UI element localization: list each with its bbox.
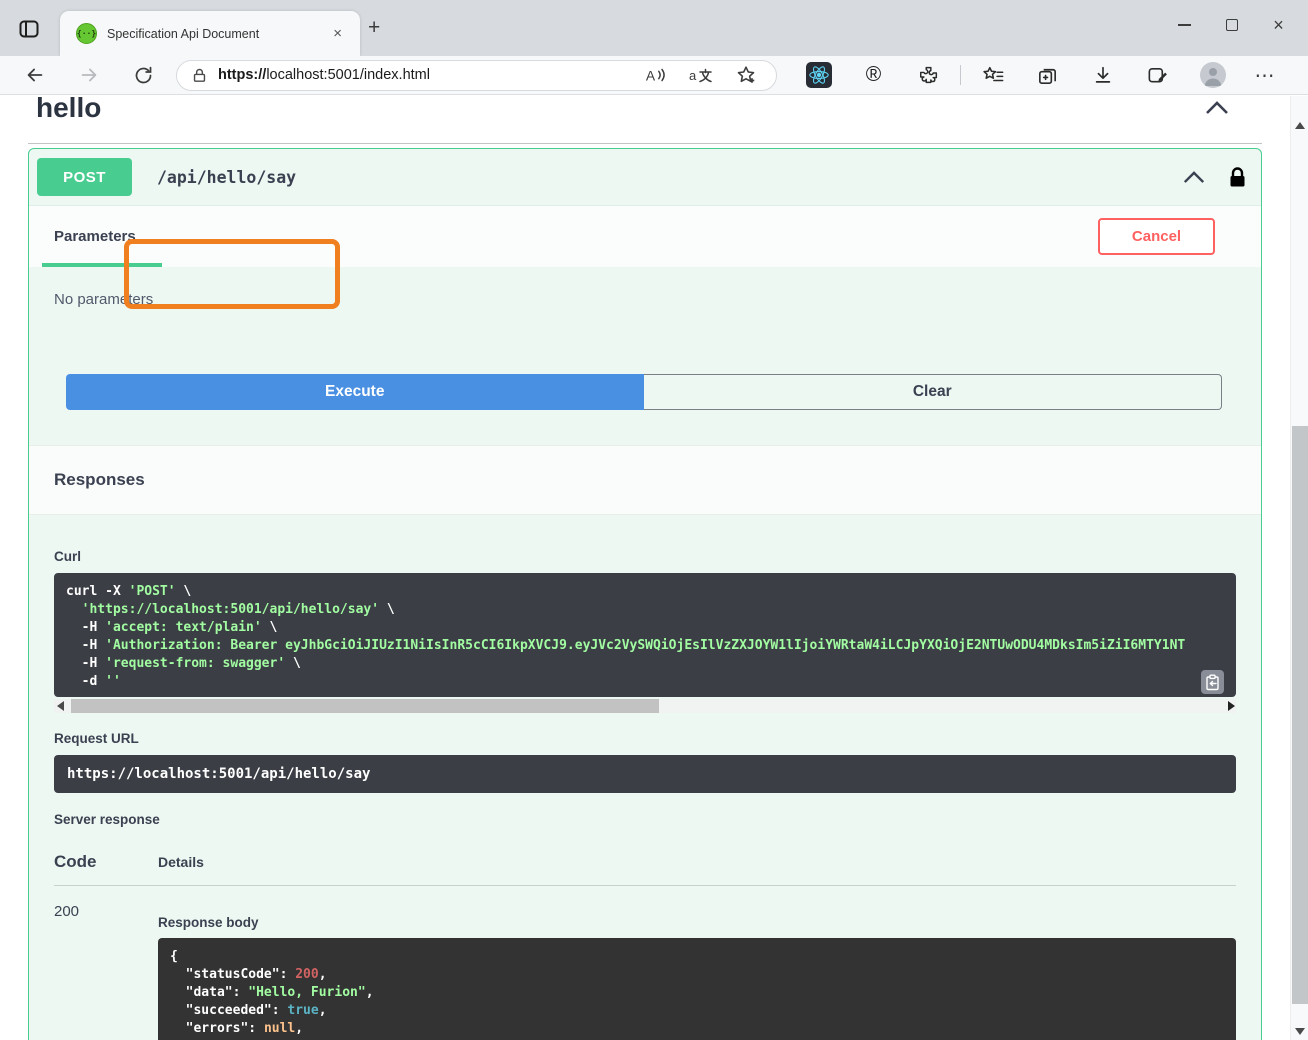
lock-icon [1228,167,1247,188]
favorites-star-list-icon [981,64,1005,86]
add-favorite-button[interactable] [723,61,768,89]
execute-button[interactable]: Execute [66,374,644,410]
title-bar: {··} Specification Api Document × + × [0,0,1308,56]
cancel-button[interactable]: Cancel [1098,218,1215,255]
scroll-right-arrow-icon[interactable] [1228,701,1235,711]
clear-button[interactable]: Clear [644,374,1223,410]
responses-title: Responses [54,470,145,490]
status-code: 200 [54,886,158,920]
horizontal-scrollbar-thumb[interactable] [71,699,659,713]
star-plus-icon [735,64,757,86]
profile-avatar-icon [1200,62,1226,88]
tab-close-icon[interactable]: × [327,23,348,44]
back-button[interactable] [8,59,62,91]
tag-collapse-button[interactable] [1204,100,1230,115]
registered-icon: ® [866,63,881,87]
curl-label: Curl [54,515,1236,564]
tab-actions-menu-button[interactable] [14,15,44,43]
tab-parameters[interactable]: Parameters [54,228,136,245]
method-badge: POST [37,158,132,196]
response-table-header: Code Details [54,852,1236,872]
curl-wrap: curl -X 'POST' \ 'https://localhost:5001… [54,573,1236,713]
download-icon [1092,64,1114,86]
forward-button[interactable] [62,59,116,91]
parameters-tab-underline [42,263,162,267]
address-bar[interactable]: https://localhost:5001/index.html A a [176,60,777,91]
minimize-icon [1178,24,1191,26]
svg-text:A: A [645,68,655,84]
parameters-header: Parameters Cancel [29,205,1261,267]
translate-icon: a [688,65,714,85]
scroll-up-arrow-icon[interactable] [1295,122,1305,129]
details-column-header: Details [158,854,204,870]
svg-text:a: a [689,68,697,83]
code-column-header: Code [54,852,158,872]
vertical-scrollbar-thumb[interactable] [1292,426,1308,1004]
response-row-200: 200 Response body { "statusCode": 200, "… [54,886,1236,1040]
copy-to-clipboard-button[interactable] [1201,670,1224,694]
browser-toolbar: https://localhost:5001/index.html A a [0,56,1308,95]
curl-code: curl -X 'POST' \ 'https://localhost:5001… [54,573,1236,697]
downloads-button[interactable] [1075,59,1130,91]
scroll-down-arrow-icon[interactable] [1295,1028,1305,1035]
scroll-left-arrow-icon[interactable] [57,701,64,711]
maximize-icon [1226,19,1238,31]
opblock-post-hello-say: POST /api/hello/say Parameters [28,148,1262,1040]
settings-more-button[interactable]: ⋯ [1240,59,1290,91]
swagger-favicon-icon: {··} [76,23,97,44]
react-devtools-extension-button[interactable] [791,59,846,91]
response-body-label: Response body [158,886,1236,930]
extensions-button[interactable] [901,59,956,91]
tab-title: Specification Api Document [107,27,327,41]
site-lock-icon[interactable] [191,67,208,84]
url-text[interactable]: https://localhost:5001/index.html [218,67,633,83]
close-window-button[interactable]: × [1255,0,1302,50]
profile-button[interactable] [1185,59,1240,91]
curl-horizontal-scrollbar[interactable] [54,699,1236,713]
request-url-label: Request URL [54,731,1236,746]
translate-button[interactable]: a [678,61,723,89]
chevron-up-icon [1182,170,1206,184]
opblock-collapse-button[interactable] [1182,170,1206,184]
execute-row: Execute Clear [66,374,1222,410]
web-capture-icon [1146,64,1169,87]
back-icon [24,64,46,86]
no-parameters-text: No parameters [54,291,1261,308]
opblock-summary[interactable]: POST /api/hello/say [29,149,1261,205]
window-controls: × [1161,0,1302,50]
collections-icon [1036,64,1059,87]
browser-window: {··} Specification Api Document × + × [0,0,1308,1040]
server-response-label: Server response [54,812,1236,827]
maximize-button[interactable] [1208,0,1255,50]
clipboard-copy-icon [1205,674,1220,691]
responses-header: Responses [29,445,1261,515]
endpoint-path: /api/hello/say [157,168,296,187]
responses-body: Curl curl -X 'POST' \ 'https://localhost… [29,515,1261,1040]
refresh-button[interactable] [116,59,170,91]
registered-extension-button[interactable]: ® [846,59,901,91]
puzzle-icon [918,64,940,86]
minimize-button[interactable] [1161,0,1208,50]
page-vertical-scrollbar[interactable] [1290,96,1308,1040]
read-aloud-button[interactable]: A [633,61,678,89]
favorites-button[interactable] [965,59,1020,91]
tag-heading: hello [36,96,101,124]
more-icon: ⋯ [1255,63,1276,88]
web-capture-button[interactable] [1130,59,1185,91]
tag-divider [28,143,1262,144]
request-url-value: https://localhost:5001/api/hello/say [54,755,1236,793]
response-body-code: { "statusCode": 200, "data": "Hello, Fur… [158,938,1236,1040]
toolbar-separator [960,65,961,85]
chevron-up-icon [1204,100,1230,115]
react-devtools-icon [806,62,832,88]
read-aloud-icon: A [644,65,668,85]
refresh-icon [133,65,154,86]
new-tab-button[interactable]: + [368,18,380,38]
forward-icon [78,64,100,86]
authorize-lock-button[interactable] [1228,167,1247,188]
browser-tab[interactable]: {··} Specification Api Document × [60,11,360,56]
collections-button[interactable] [1020,59,1075,91]
swagger-page: hello POST /api/hello/say [0,96,1308,1040]
vertical-tabs-icon [17,17,41,41]
